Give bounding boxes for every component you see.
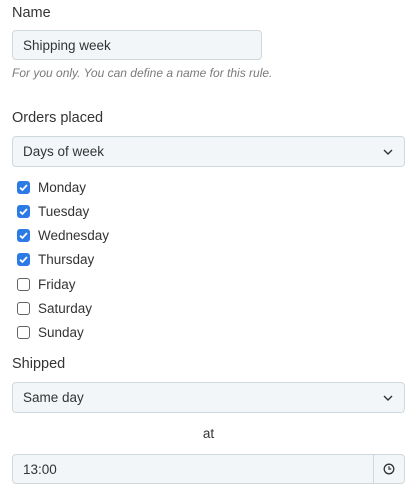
day-checkbox-monday[interactable]: Monday — [17, 178, 86, 196]
checkmark-icon — [19, 231, 28, 239]
day-label: Friday — [38, 276, 76, 292]
day-checkbox-saturday[interactable]: Saturday — [17, 299, 92, 317]
time-picker-button[interactable] — [373, 455, 404, 483]
checkbox-box[interactable] — [17, 228, 30, 242]
shipped-select-value: Same day — [23, 390, 84, 405]
checkbox-box[interactable] — [17, 204, 30, 218]
checkbox-box[interactable] — [17, 277, 30, 291]
orders-placed-select[interactable]: Days of week — [12, 136, 405, 167]
shipped-select[interactable]: Same day — [12, 382, 405, 413]
day-checkbox-sunday[interactable]: Sunday — [17, 323, 84, 341]
day-label: Saturday — [38, 300, 93, 316]
rule-name-input[interactable]: Shipping week — [12, 30, 262, 60]
checkbox-box[interactable] — [17, 325, 30, 339]
day-label: Thursday — [38, 251, 95, 267]
day-label: Tuesday — [38, 203, 90, 219]
time-input[interactable]: 13:00 — [13, 462, 373, 477]
shipped-label: Shipped — [12, 356, 66, 372]
orders-placed-select-value: Days of week — [23, 144, 105, 159]
chevron-down-icon — [380, 144, 396, 160]
day-checkbox-wednesday[interactable]: Wednesday — [17, 226, 109, 244]
orders-placed-label: Orders placed — [12, 110, 104, 126]
checkbox-box[interactable] — [17, 252, 30, 266]
name-label: Name — [12, 5, 51, 21]
checkmark-icon — [19, 255, 28, 263]
day-checkbox-tuesday[interactable]: Tuesday — [17, 202, 89, 220]
day-label: Wednesday — [38, 227, 110, 243]
rule-name-value: Shipping week — [23, 37, 111, 53]
at-label: at — [202, 426, 215, 441]
checkmark-icon — [19, 207, 28, 215]
checkbox-box[interactable] — [17, 301, 30, 315]
clock-icon — [383, 463, 395, 475]
day-label: Monday — [38, 179, 87, 195]
time-input-group[interactable]: 13:00 — [12, 454, 405, 484]
day-label: Sunday — [38, 324, 84, 340]
day-checkbox-thursday[interactable]: Thursday — [17, 250, 94, 268]
checkbox-box[interactable] — [17, 180, 30, 194]
day-checkbox-friday[interactable]: Friday — [17, 275, 76, 293]
name-hint: For you only. You can define a name for … — [12, 66, 273, 80]
chevron-down-icon — [380, 390, 396, 406]
checkmark-icon — [19, 183, 28, 191]
